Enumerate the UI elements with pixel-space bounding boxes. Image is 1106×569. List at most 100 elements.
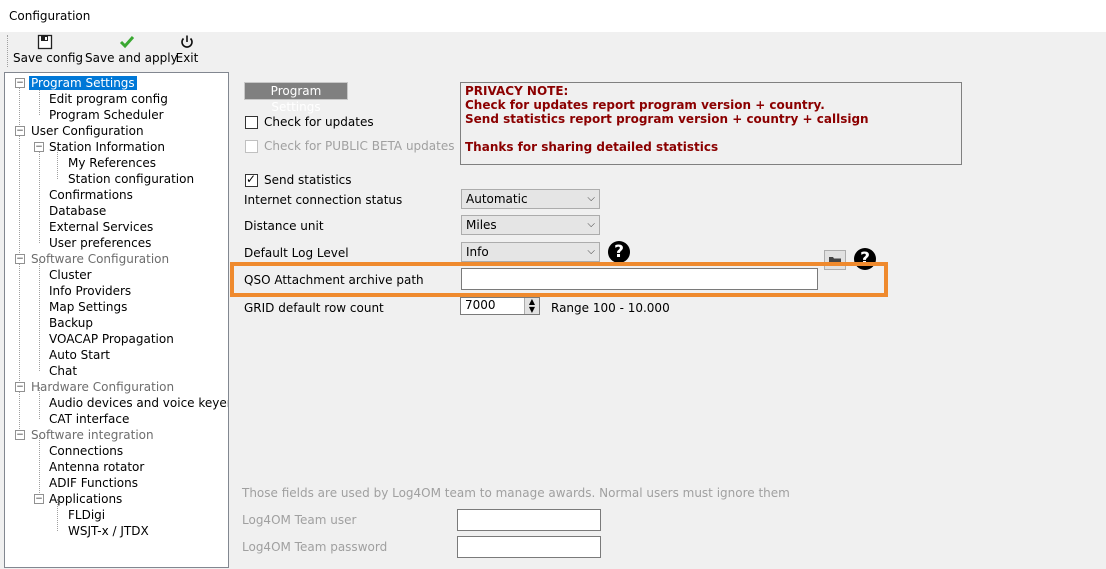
distance-unit-value: Miles [466,218,497,232]
team-password-label: Log4OM Team password [242,540,388,554]
toolbar-grip [7,35,9,67]
tree-item-chat[interactable]: Chat [49,363,77,379]
tree-item-label: Audio devices and voice keyer [49,396,229,410]
tree-item-auto-start[interactable]: Auto Start [49,347,110,363]
tree-item-applications[interactable]: − Applications [34,491,122,507]
tree-item-adif-functions[interactable]: ADIF Functions [49,475,138,491]
privacy-line-thanks: Thanks for sharing detailed statistics [465,140,719,154]
tree-item-label: Edit program config [49,92,168,106]
grid-row-count-label: GRID default row count [244,301,384,315]
grid-row-count-value: 7000 [465,298,496,312]
team-user-input[interactable] [457,509,601,531]
tree-item-info-providers[interactable]: Info Providers [49,283,131,299]
stepper-arrows[interactable]: ▲ ▼ [524,298,539,314]
check-beta-checkbox[interactable] [245,140,258,153]
tree-item-label: Confirmations [49,188,133,202]
internet-status-select[interactable]: Automatic ⌵ [461,189,600,209]
chevron-down-icon[interactable]: ▼ [529,305,535,314]
tree-item-station-configuration[interactable]: Station configuration [68,171,194,187]
collapse-icon[interactable]: − [15,78,25,88]
tree-item-edit-program-config[interactable]: Edit program config [49,91,168,107]
tree-item-voacap-propagation[interactable]: VOACAP Propagation [49,331,174,347]
grid-row-count-stepper[interactable]: 7000 ▲ ▼ [460,297,540,315]
collapse-icon[interactable]: − [15,254,25,264]
internet-status-label: Internet connection status [244,193,403,207]
tree-item-program-scheduler[interactable]: Program Scheduler [49,107,164,123]
tree-item-station-information[interactable]: − Station Information [34,139,165,155]
tree-item-my-references[interactable]: My References [68,155,156,171]
collapse-icon[interactable]: − [34,494,44,504]
tree-item-database[interactable]: Database [49,203,106,219]
tree-item-label: WSJT-x / JTDX [68,524,149,538]
tree-item-software-configuration[interactable]: − Software Configuration [15,251,169,267]
tree-item-external-services[interactable]: External Services [49,219,153,235]
checkmark-icon [119,36,135,49]
tree-item-label: Applications [49,492,123,506]
tree-item-label: CAT interface [49,412,130,426]
log-level-select[interactable]: Info ⌵ [461,242,600,262]
tree-item-hardware-configuration[interactable]: − Hardware Configuration [15,379,174,395]
privacy-line-statistics: Send statistics report program version +… [465,112,869,126]
save-and-apply-button[interactable]: Save and apply [85,34,178,68]
section-header-program-settings: Program Settings [244,82,348,114]
tree-item-audio-devices[interactable]: Audio devices and voice keyer [49,395,229,411]
tree-item-user-preferences[interactable]: User preferences [49,235,151,251]
collapse-icon[interactable]: − [15,126,25,136]
tree-item-label: FLDigi [68,508,106,522]
tree-item-label: Auto Start [49,348,110,362]
tree-item-backup[interactable]: Backup [49,315,93,331]
log-level-label: Default Log Level [244,246,349,260]
team-password-input[interactable] [457,536,601,558]
tree-item-label: Info Providers [49,284,132,298]
tree-item-label: User preferences [49,236,152,250]
send-statistics-checkbox[interactable]: ✓ [245,172,258,187]
team-user-label: Log4OM Team user [242,513,357,527]
settings-tree[interactable]: − Program Settings Edit program config Pr… [4,72,229,568]
tree-item-software-integration[interactable]: − Software integration [15,427,154,443]
send-statistics-label: Send statistics [264,173,352,187]
tree-item-label: Program Scheduler [49,108,164,122]
power-icon [181,35,193,48]
tree-item-label: Software Configuration [31,252,170,266]
privacy-note-box: PRIVACY NOTE: Check for updates report p… [460,82,962,165]
tree-item-fldigi[interactable]: FLDigi [68,507,105,523]
tree-item-antenna-rotator[interactable]: Antenna rotator [49,459,144,475]
save-and-apply-label: Save and apply [85,51,178,65]
grid-range-label: Range 100 - 10.000 [551,301,670,315]
tree-item-label: My References [68,156,156,170]
tree-item-program-settings[interactable]: − Program Settings [15,75,137,91]
tree-item-label: ADIF Functions [49,476,138,490]
collapse-icon[interactable]: − [34,142,44,152]
check-updates-label: Check for updates [264,115,374,129]
exit-button[interactable]: Exit [175,34,199,68]
collapse-icon[interactable]: − [15,430,25,440]
team-note: Those fields are used by Log4OM team to … [242,486,790,500]
highlight-box [230,262,888,297]
tree-item-label: User Configuration [31,124,144,138]
tree-item-label: Backup [49,316,93,330]
tree-item-connections[interactable]: Connections [49,443,123,459]
tree-item-map-settings[interactable]: Map Settings [49,299,127,315]
tree-item-label: VOACAP Propagation [49,332,174,346]
tree-item-cluster[interactable]: Cluster [49,267,92,283]
tree-item-label: Chat [49,364,78,378]
privacy-line-updates: Check for updates report program version… [465,98,825,112]
internet-status-value: Automatic [466,192,528,206]
tree-item-label: Connections [49,444,124,458]
tree-item-confirmations[interactable]: Confirmations [49,187,133,203]
check-updates-checkbox[interactable] [245,116,258,129]
help-icon[interactable]: ? [608,241,630,263]
chevron-down-icon: ⌵ [587,219,595,230]
tree-item-label: Program Settings [29,76,137,90]
tree-item-wsjtx-jtdx[interactable]: WSJT-x / JTDX [68,523,149,539]
window-title: Configuration [9,9,91,23]
tree-item-label: Hardware Configuration [31,380,175,394]
floppy-disk-icon [37,34,53,50]
distance-unit-select[interactable]: Miles ⌵ [461,215,600,235]
tree-item-user-configuration[interactable]: − User Configuration [15,123,144,139]
tree-item-cat-interface[interactable]: CAT interface [49,411,129,427]
tree-item-label: Cluster [49,268,92,282]
collapse-icon[interactable]: − [15,382,25,392]
save-config-button[interactable]: Save config [13,34,83,68]
tree-item-label: Antenna rotator [49,460,145,474]
